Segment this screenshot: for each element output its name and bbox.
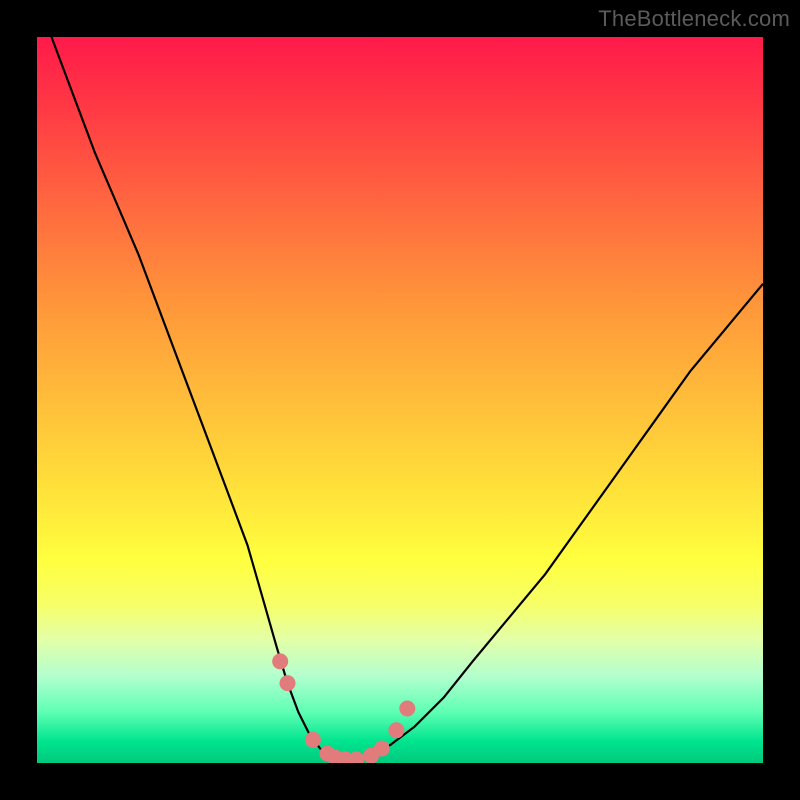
- highlight-dots: [272, 653, 415, 763]
- marker-dot: [374, 741, 390, 757]
- marker-dot: [348, 751, 364, 763]
- marker-dot: [280, 675, 296, 691]
- plot-area: [37, 37, 763, 763]
- marker-dot: [272, 653, 288, 669]
- marker-dot: [305, 732, 321, 748]
- bottleneck-curve: [52, 37, 764, 763]
- curve-svg: [37, 37, 763, 763]
- watermark-text: TheBottleneck.com: [598, 6, 790, 32]
- marker-dot: [388, 722, 404, 738]
- chart-frame: TheBottleneck.com: [0, 0, 800, 800]
- marker-dot: [399, 701, 415, 717]
